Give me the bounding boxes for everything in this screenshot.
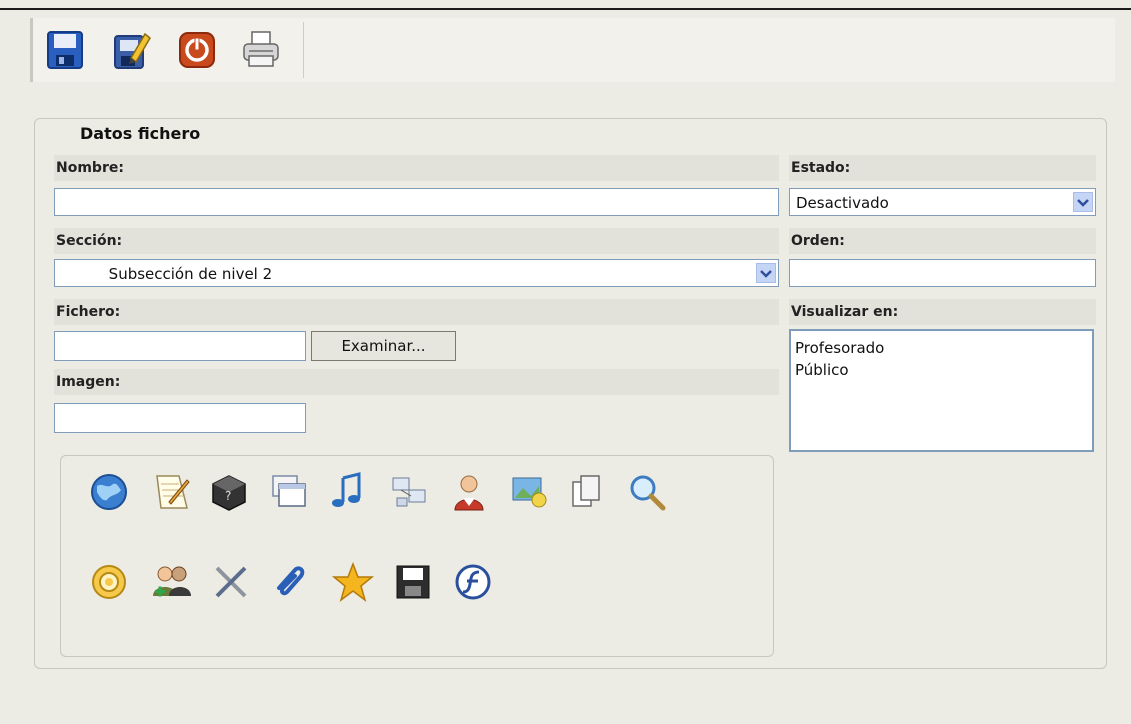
floppy-save-icon <box>47 31 83 69</box>
add-users-icon <box>153 566 191 597</box>
copy-pages-icon <box>572 475 600 507</box>
icon-option-add-users[interactable] <box>149 560 193 604</box>
icon-option-flash[interactable] <box>451 560 495 604</box>
fieldset-legend: Datos fichero <box>62 124 219 143</box>
exit-button[interactable] <box>177 28 217 72</box>
paperclip-icon <box>277 566 305 596</box>
save-button[interactable] <box>45 28 85 72</box>
printer-icon <box>243 31 279 67</box>
estado-value: Desactivado <box>796 194 889 212</box>
orden-label: Orden: <box>789 228 1096 254</box>
user-icon <box>454 475 484 511</box>
flash-icon <box>455 564 491 600</box>
search-icon <box>630 475 666 511</box>
gear-icon <box>92 565 126 599</box>
icon-option-star[interactable] <box>331 560 375 604</box>
tools-icon <box>215 566 247 598</box>
help-cube-icon: ? <box>212 475 246 511</box>
chevron-down-icon <box>1077 199 1089 207</box>
music-note-icon <box>332 472 361 507</box>
imagen-label: Imagen: <box>54 369 779 395</box>
icon-option-gear[interactable] <box>87 560 131 604</box>
windows-icon <box>272 475 306 507</box>
nombre-input[interactable] <box>54 188 779 216</box>
print-button[interactable] <box>241 28 281 72</box>
icon-option-user[interactable] <box>447 470 491 514</box>
browse-button[interactable]: Examinar... <box>311 331 456 361</box>
star-icon <box>331 561 375 602</box>
imagen-input[interactable] <box>54 403 306 433</box>
edit-document-icon <box>114 32 151 69</box>
icon-option-image-edit[interactable] <box>507 470 551 514</box>
seccion-select[interactable]: Subsección de nivel 2 <box>54 259 779 287</box>
estado-label: Estado: <box>789 155 1096 181</box>
edit-button[interactable] <box>111 28 151 72</box>
svg-text:?: ? <box>225 489 231 503</box>
icon-option-globe[interactable] <box>87 470 131 514</box>
icon-option-tools[interactable] <box>209 560 253 604</box>
chevron-down-icon <box>760 270 772 278</box>
top-border <box>0 8 1131 10</box>
icon-option-music[interactable] <box>325 470 369 514</box>
icon-option-floppy[interactable] <box>391 560 435 604</box>
icon-option-windows[interactable] <box>267 470 311 514</box>
seccion-label: Sección: <box>54 228 779 254</box>
list-item[interactable]: Profesorado <box>795 337 1088 359</box>
estado-dropdown-button[interactable] <box>1073 192 1093 212</box>
power-exit-icon <box>179 32 215 68</box>
visualizar-label: Visualizar en: <box>789 299 1096 325</box>
floppy-icon <box>396 565 430 599</box>
visualizar-listbox[interactable]: Profesorado Público <box>789 329 1094 452</box>
toolbar <box>30 18 1115 82</box>
globe-icon <box>91 474 127 510</box>
seccion-dropdown-button[interactable] <box>756 263 776 283</box>
icon-option-paperclip[interactable] <box>269 560 313 604</box>
estado-select[interactable]: Desactivado <box>789 188 1096 216</box>
icon-option-copy[interactable] <box>565 470 609 514</box>
icon-picker-panel: ? <box>60 455 774 657</box>
toolbar-separator <box>303 22 304 78</box>
orden-input[interactable] <box>789 259 1096 287</box>
fichero-label: Fichero: <box>54 299 779 325</box>
icon-option-help-cube[interactable]: ? <box>207 470 251 514</box>
list-item[interactable]: Público <box>795 359 1088 381</box>
icon-option-notepad[interactable] <box>149 470 193 514</box>
image-edit-icon <box>512 477 547 508</box>
nombre-label: Nombre: <box>54 155 779 181</box>
fichero-input[interactable] <box>54 331 306 361</box>
network-icon <box>392 477 426 507</box>
icon-option-search[interactable] <box>625 470 669 514</box>
notepad-icon <box>156 475 190 509</box>
icon-option-network[interactable] <box>387 470 431 514</box>
seccion-value: Subsección de nivel 2 <box>61 265 273 283</box>
